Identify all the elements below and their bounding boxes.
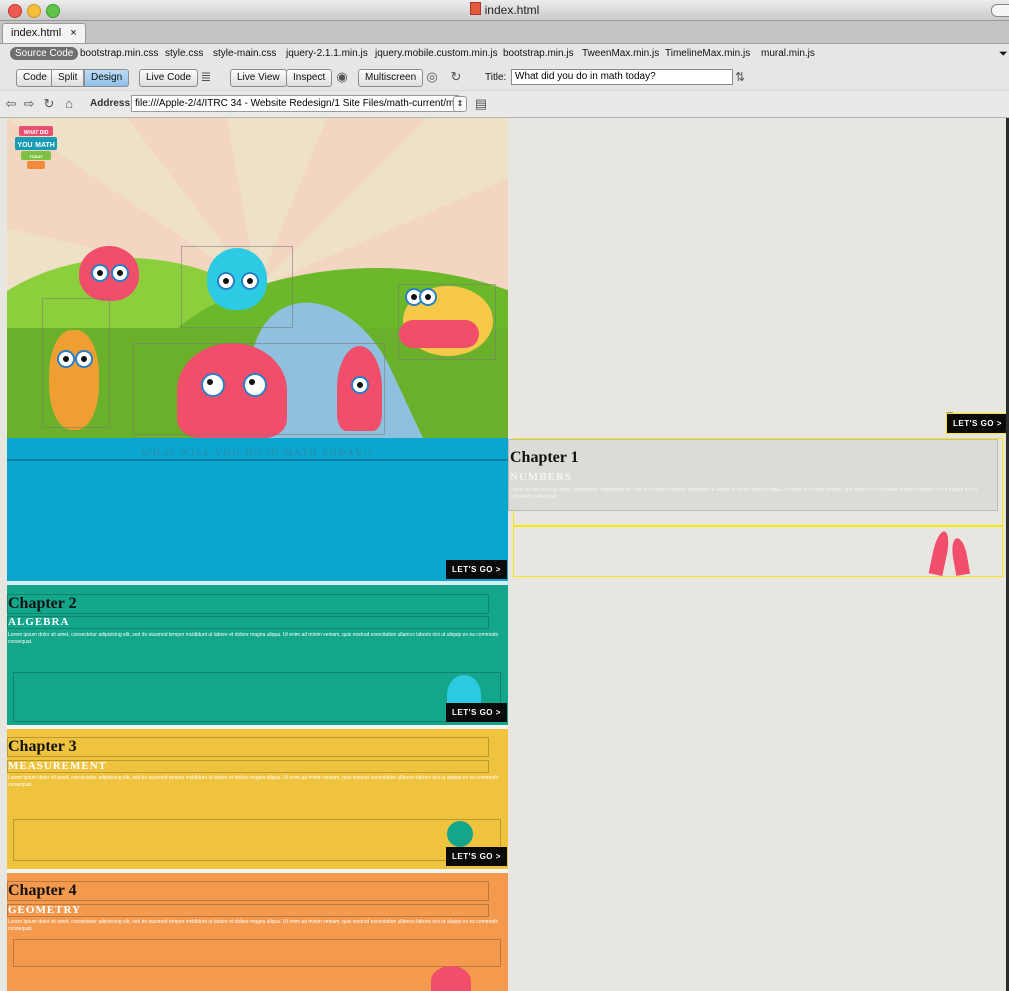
file-transfer-icon[interactable]: ⇅ xyxy=(731,69,749,85)
design-view: WHAT DID YOU MATH TODAY WHAT WILL YOU DO… xyxy=(0,118,1009,991)
logo-line-2: YOU xyxy=(17,142,32,149)
guide-box xyxy=(13,819,501,861)
hero-illustration: WHAT DID YOU MATH TODAY xyxy=(7,118,508,438)
chapter-subtitle: GEOMETRY xyxy=(8,904,82,916)
guide-box xyxy=(13,939,501,967)
filter-icon[interactable]: ⏷ xyxy=(999,48,1008,61)
hero-banner-text: WHAT WILL YOU DO IN MATH TODAY!! xyxy=(141,448,374,459)
live-code-button[interactable]: Live Code xyxy=(139,69,199,87)
design-view-button[interactable]: Design xyxy=(84,69,130,87)
address-stepper-icon[interactable]: ⇕ xyxy=(453,96,467,112)
address-input[interactable] xyxy=(131,95,459,112)
selection-outline xyxy=(133,343,385,435)
toolbar-toggle-button[interactable] xyxy=(991,4,1009,17)
chapter-2-section: Chapter 2 ALGEBRA Lorem ipsum dolor sit … xyxy=(7,585,508,725)
back-arrow-icon[interactable]: ⇦ xyxy=(2,96,20,112)
home-icon[interactable]: ⌂ xyxy=(60,96,78,112)
selection-outline xyxy=(398,284,496,360)
selection-outline xyxy=(181,246,293,328)
chapter-3-character xyxy=(447,821,473,847)
window-title: index.html xyxy=(0,0,1009,20)
guide-box xyxy=(7,594,489,614)
logo-line-4: TODAY xyxy=(29,154,43,159)
related-file-item[interactable]: bootstrap.min.css xyxy=(80,48,158,59)
split-view-button[interactable]: Split xyxy=(51,69,85,87)
chapter-title: Chapter 4 xyxy=(8,882,77,899)
forward-arrow-icon[interactable]: ⇨ xyxy=(20,96,38,112)
site-logo: WHAT DID YOU MATH TODAY xyxy=(15,126,57,169)
pink-octopus-character xyxy=(79,246,139,301)
lets-go-button[interactable]: LET'S GO > xyxy=(446,703,507,722)
tab-close-icon[interactable]: × xyxy=(70,27,76,39)
related-file-item[interactable]: style-main.css xyxy=(213,48,276,59)
globe-preview-icon[interactable]: ◉ xyxy=(333,69,351,85)
chapter-subtitle: ALGEBRA xyxy=(8,616,70,628)
guide-box xyxy=(7,616,489,629)
related-file-item[interactable]: jquery.mobile.custom.min.js xyxy=(375,48,498,59)
address-label: Address: xyxy=(90,98,134,109)
related-file-source-code[interactable]: Source Code xyxy=(10,47,79,60)
related-file-item[interactable]: jquery-2.1.1.min.js xyxy=(286,48,368,59)
chapter-subtitle: MEASUREMENT xyxy=(8,760,108,772)
guide-box xyxy=(7,737,489,757)
related-file-item[interactable]: bootstrap.min.js xyxy=(503,48,574,59)
html-document-icon xyxy=(469,2,481,15)
tab-index-html[interactable]: index.html × xyxy=(2,23,86,43)
browser-options-icon[interactable]: ▤ xyxy=(472,96,490,112)
overflow-area: LET'S GO > Chapter 1 NUMBERS Lorem ipsum… xyxy=(508,118,1009,991)
related-file-item[interactable]: TweenMax.min.js xyxy=(582,48,659,59)
chapter-4-character xyxy=(431,966,471,991)
guide-box xyxy=(7,881,489,901)
selection-outline xyxy=(42,298,110,428)
document-tabbar: index.html × xyxy=(0,21,1009,44)
related-file-item[interactable]: TimelineMax.min.js xyxy=(665,48,750,59)
inspect-button[interactable]: Inspect xyxy=(286,69,333,87)
chapter-1-panel: Chapter 1 NUMBERS Lorem ipsum dolor sit … xyxy=(508,439,998,511)
lets-go-button[interactable]: LET'S GO > xyxy=(946,413,1009,434)
live-view-button[interactable]: Live View xyxy=(230,69,287,87)
chapter-description: Lorem ipsum dolor sit amet, consectetur … xyxy=(8,775,499,788)
file-management-icon[interactable]: ≣ xyxy=(197,69,215,85)
tab-label: index.html xyxy=(11,27,62,39)
code-view-button[interactable]: Code xyxy=(16,69,54,87)
page-column: WHAT DID YOU MATH TODAY WHAT WILL YOU DO… xyxy=(7,118,508,991)
logo-line-1: WHAT DID xyxy=(24,130,49,136)
window-title-text: index.html xyxy=(484,3,540,17)
lets-go-button[interactable]: LET'S GO > xyxy=(446,847,507,866)
related-file-item[interactable]: mural.min.js xyxy=(761,48,815,59)
related-files-bar: Source Code bootstrap.min.css style.css … xyxy=(0,44,1009,66)
address-bar: ⇦ ⇨ ↻ ⌂ Address: ⇕ ▤ xyxy=(0,91,1009,118)
chapter-description: Lorem ipsum dolor sit amet, consectetur … xyxy=(8,632,499,645)
related-file-item[interactable]: style.css xyxy=(165,48,203,59)
chapter-description: Lorem ipsum dolor sit amet, consectetur … xyxy=(8,919,499,932)
chapter-description: Lorem ipsum dolor sit amet, consectetur … xyxy=(510,487,977,500)
guide-box xyxy=(13,672,501,722)
lets-go-button[interactable]: LET'S GO > xyxy=(446,560,507,579)
document-toolbar: Code Split Design Live Code ≣ Live View … xyxy=(0,66,1009,90)
chapter-title: Chapter 3 xyxy=(8,738,77,755)
chapter-title: Chapter 1 xyxy=(510,449,579,466)
guide-line xyxy=(7,459,508,461)
chapter-3-section: Chapter 3 MEASUREMENT Lorem ipsum dolor … xyxy=(7,729,508,869)
logo-line-3: MATH xyxy=(35,142,55,149)
refresh-icon[interactable]: ↻ xyxy=(40,96,58,112)
chapter-1-section: WHAT WILL YOU DO IN MATH TODAY!! LET'S G… xyxy=(7,438,508,581)
window-titlebar: index.html xyxy=(0,0,1009,21)
visual-aids-eye-icon[interactable]: ◎ xyxy=(423,69,441,85)
chapter-subtitle: NUMBERS xyxy=(510,471,573,483)
chapter-title: Chapter 2 xyxy=(8,595,77,612)
chapter-4-section: Chapter 4 GEOMETRY Lorem ipsum dolor sit… xyxy=(7,873,508,991)
title-label: Title: xyxy=(485,72,507,83)
multiscreen-button[interactable]: Multiscreen xyxy=(358,69,424,87)
page-title-input[interactable] xyxy=(511,69,733,85)
refresh-icon[interactable]: ↻ xyxy=(447,69,465,85)
